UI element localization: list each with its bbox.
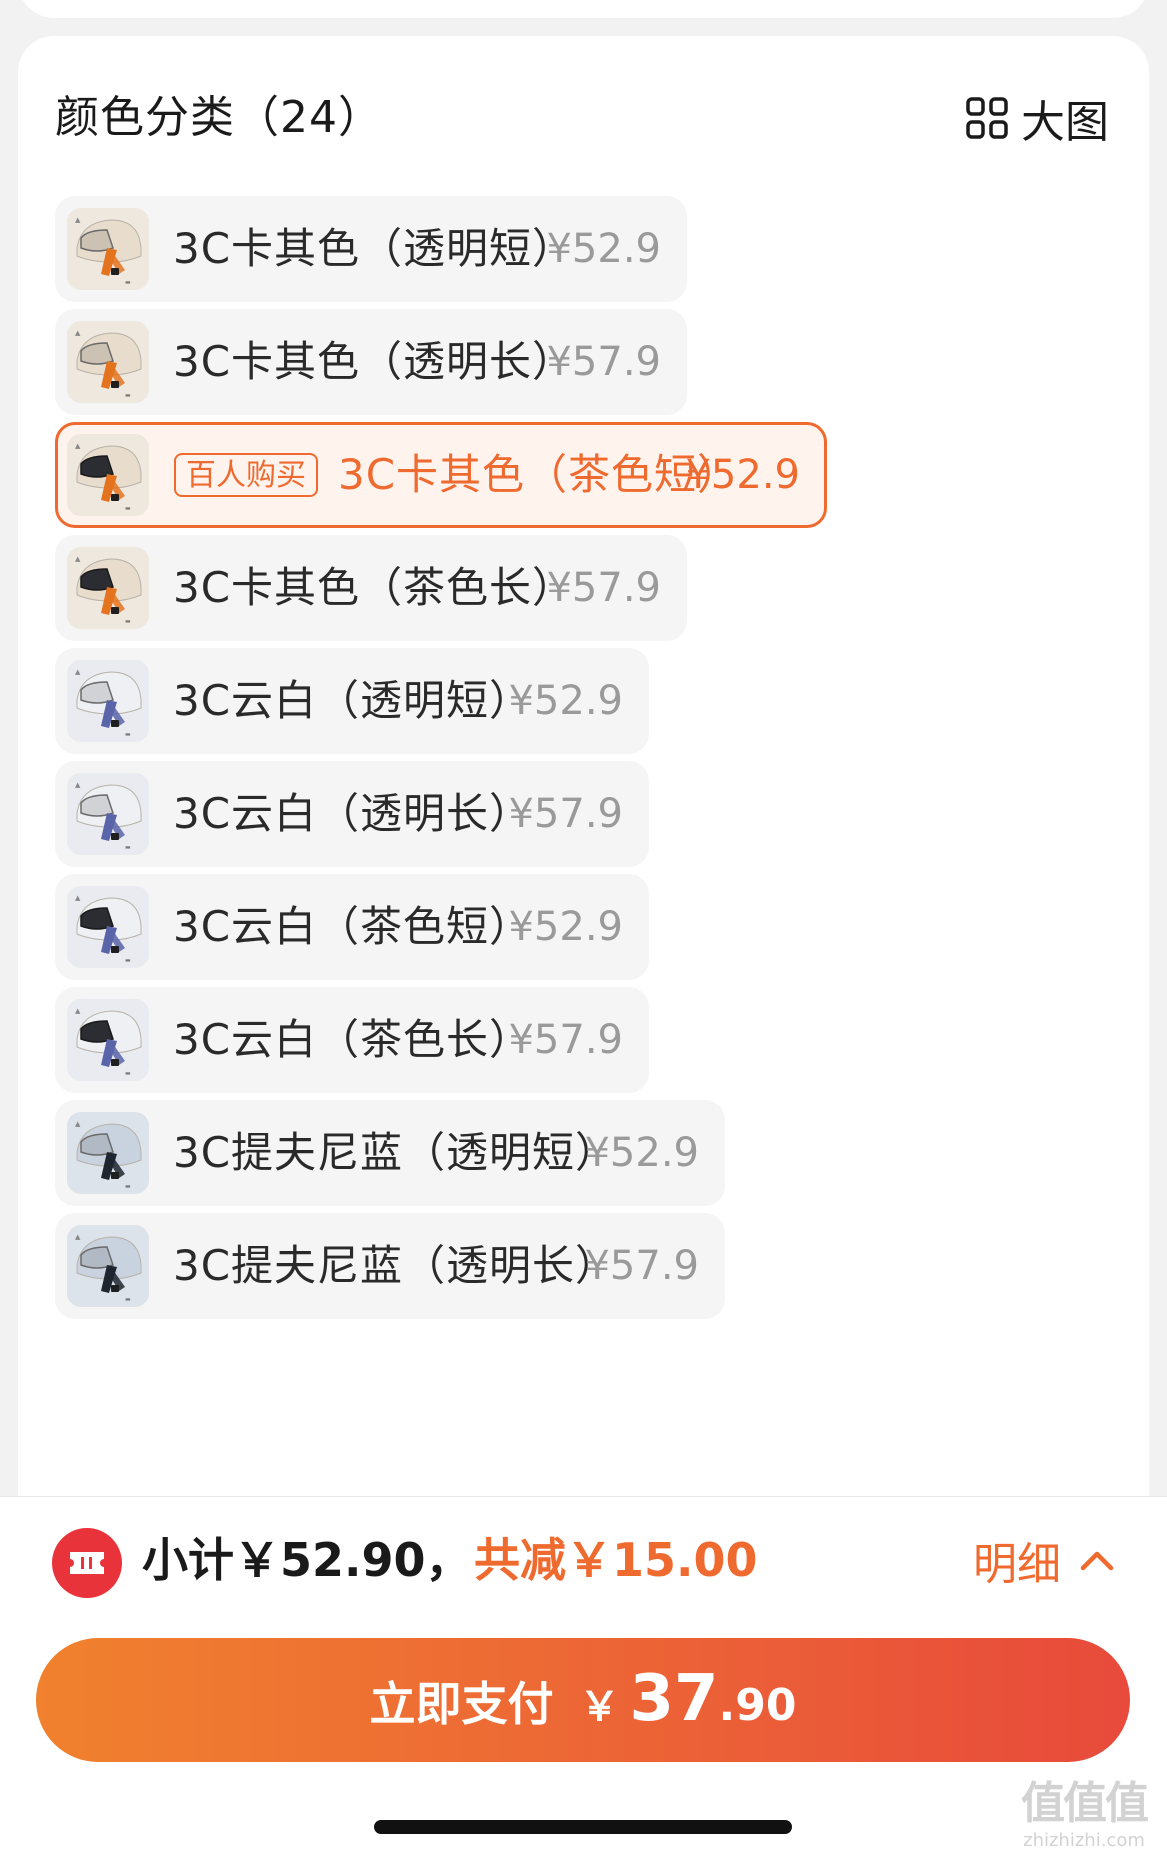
helmet-thumbnail: ▲ ▬ [67, 1112, 149, 1194]
pay-amount-int: 37 [629, 1662, 719, 1736]
sku-item-white-clear-short[interactable]: ▲ ▬ 3C云白（透明短） ¥52.9 [55, 648, 649, 754]
svg-text:▲: ▲ [75, 329, 81, 337]
discount-text: 共减￥15.00 [474, 1533, 758, 1587]
pay-amount-dec: .90 [718, 1680, 797, 1731]
previous-card [18, 0, 1149, 18]
sku-name: 3C卡其色（透明长） [173, 337, 576, 386]
svg-text:▬: ▬ [125, 731, 131, 738]
sku-name: 3C云白（透明短） [173, 676, 533, 725]
helmet-thumbnail: ▲ ▬ [67, 773, 149, 855]
svg-text:▬: ▬ [125, 1070, 131, 1077]
svg-text:▲: ▲ [75, 781, 81, 789]
sku-name: 3C提夫尼蓝（透明长） [173, 1241, 619, 1290]
helmet-thumbnail: ▲ ▬ [67, 321, 149, 403]
sku-name: 3C云白（茶色长） [173, 1015, 533, 1064]
ticket-icon [52, 1528, 122, 1598]
sku-item-khaki-tinted-long[interactable]: ▲ ▬ 3C卡其色（茶色长） ¥57.9 [55, 535, 687, 641]
sku-price: ¥57.9 [508, 1017, 623, 1063]
svg-text:▲: ▲ [75, 894, 81, 902]
sku-price: ¥57.9 [546, 339, 661, 385]
helmet-thumbnail: ▲ ▬ [67, 886, 149, 968]
grid-icon [966, 97, 1008, 139]
pay-now-button[interactable]: 立即支付 ￥ 37 .90 [36, 1638, 1130, 1762]
subtotal-text: 小计￥52.90， [142, 1533, 472, 1587]
sku-price: ¥52.9 [685, 452, 800, 498]
sku-item-khaki-clear-long[interactable]: ▲ ▬ 3C卡其色（透明长） ¥57.9 [55, 309, 687, 415]
sku-item-blue-clear-long[interactable]: ▲ ▬ 3C提夫尼蓝（透明长） ¥57.9 [55, 1213, 725, 1319]
sku-item-khaki-clear-short[interactable]: ▲ ▬ 3C卡其色（透明短） ¥52.9 [55, 196, 687, 302]
watermark-text: zhizhizhi.com [1023, 1830, 1145, 1851]
sku-name: 3C提夫尼蓝（透明短） [173, 1128, 619, 1177]
sku-price: ¥52.9 [546, 226, 661, 272]
price-detail-label: 明细 [973, 1539, 1061, 1590]
helmet-thumbnail: ▲ ▬ [67, 208, 149, 290]
section-title: 颜色分类（24） [55, 92, 383, 143]
svg-text:▬: ▬ [125, 1183, 131, 1190]
helmet-thumbnail: ▲ ▬ [67, 999, 149, 1081]
sku-price: ¥52.9 [584, 1130, 699, 1176]
svg-text:▲: ▲ [75, 442, 81, 450]
big-view-button[interactable]: 大图 [965, 88, 1109, 148]
sku-price: ¥57.9 [546, 565, 661, 611]
sku-item-white-tinted-long[interactable]: ▲ ▬ 3C云白（茶色长） ¥57.9 [55, 987, 649, 1093]
svg-text:▲: ▲ [75, 1120, 81, 1128]
svg-text:▲: ▲ [75, 668, 81, 676]
svg-text:▬: ▬ [125, 505, 131, 512]
svg-text:▬: ▬ [125, 618, 131, 625]
sku-price: ¥52.9 [508, 678, 623, 724]
svg-text:▲: ▲ [75, 1007, 81, 1015]
svg-text:▬: ▬ [125, 957, 131, 964]
helmet-thumbnail: ▲ ▬ [67, 1225, 149, 1307]
watermark-logo: 值值值 [1021, 1778, 1149, 1829]
svg-text:▬: ▬ [125, 844, 131, 851]
sku-item-white-tinted-short[interactable]: ▲ ▬ 3C云白（茶色短） ¥52.9 [55, 874, 649, 980]
sku-item-white-clear-long[interactable]: ▲ ▬ 3C云白（透明长） ¥57.9 [55, 761, 649, 867]
sku-name: 3C卡其色（透明短） [173, 224, 576, 273]
svg-text:▬: ▬ [125, 392, 131, 399]
svg-text:▬: ▬ [125, 1296, 131, 1303]
sku-price: ¥57.9 [508, 791, 623, 837]
chevron-up-icon [1080, 1551, 1114, 1571]
pay-now-label: 立即支付 [369, 1677, 554, 1731]
home-indicator [374, 1820, 792, 1834]
price-detail-button[interactable]: 明细 [973, 1530, 1115, 1590]
pay-currency: ￥ [579, 1684, 620, 1730]
sku-name: 3C卡其色（茶色短） [338, 450, 741, 499]
sku-name: 3C卡其色（茶色长） [173, 563, 576, 612]
svg-text:▲: ▲ [75, 1233, 81, 1241]
sku-price: ¥57.9 [584, 1243, 699, 1289]
helmet-thumbnail: ▲ ▬ [67, 434, 149, 516]
svg-text:▬: ▬ [125, 279, 131, 286]
big-view-label: 大图 [1021, 97, 1109, 148]
popular-tag: 百人购买 [174, 453, 318, 497]
sku-item-blue-clear-short[interactable]: ▲ ▬ 3C提夫尼蓝（透明短） ¥52.9 [55, 1100, 725, 1206]
sku-price: ¥52.9 [508, 904, 623, 950]
sku-name: 3C云白（透明长） [173, 789, 533, 838]
svg-text:▲: ▲ [75, 555, 81, 563]
helmet-thumbnail: ▲ ▬ [67, 547, 149, 629]
helmet-thumbnail: ▲ ▬ [67, 660, 149, 742]
watermark: 值值值 zhizhizhi.com [1009, 1778, 1159, 1852]
svg-text:▲: ▲ [75, 216, 81, 224]
sku-name: 3C云白（茶色短） [173, 902, 533, 951]
sku-item-khaki-tinted-short[interactable]: ▲ ▬ 百人购买 3C卡其色（茶色短） ¥52.9 [55, 422, 827, 528]
